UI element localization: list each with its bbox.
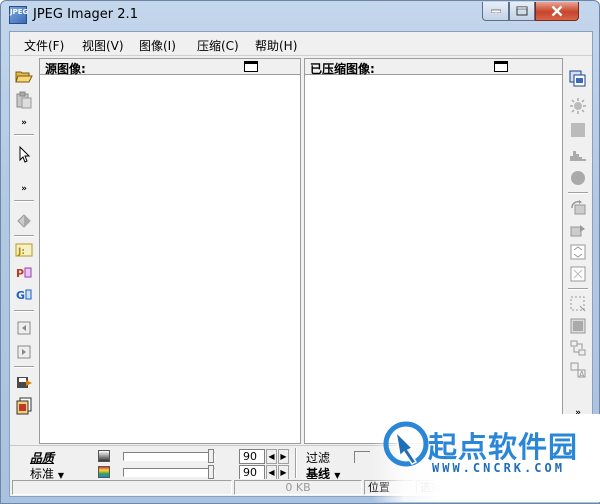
gif-icon[interactable]: G xyxy=(14,284,34,304)
brightness-icon[interactable] xyxy=(568,96,588,116)
controls-divider xyxy=(295,448,297,478)
menu-image[interactable]: 图像(I) xyxy=(139,37,176,54)
source-image-pane[interactable]: 源图像: xyxy=(39,58,301,444)
status-message xyxy=(12,480,232,495)
paste-icon[interactable] xyxy=(14,90,34,110)
svg-text:G: G xyxy=(16,289,25,302)
crop-icon[interactable] xyxy=(568,264,588,284)
toolbar-separator xyxy=(14,366,34,368)
svg-text:P: P xyxy=(16,267,24,280)
select-region-icon[interactable] xyxy=(568,294,588,314)
toolbar-separator xyxy=(568,288,588,290)
compressed-image-pane[interactable]: 已压缩图像: xyxy=(304,58,563,444)
chroma-icon xyxy=(98,466,110,478)
rotate-icon[interactable] xyxy=(568,198,588,218)
toolbar-separator xyxy=(14,134,34,136)
compressed-image-label: 已压缩图像: xyxy=(310,62,375,76)
watermark: 起点软件园 WWW.CNCRK.COM xyxy=(372,414,600,502)
more-chevron-icon[interactable]: » xyxy=(19,184,29,194)
quality-label: 品质 xyxy=(30,451,55,465)
luma-quality-slider[interactable] xyxy=(123,452,215,461)
batch-icon[interactable] xyxy=(14,396,34,416)
luma-quality-value[interactable]: 90 xyxy=(239,449,265,464)
nav-back-icon[interactable] xyxy=(14,318,34,338)
source-pane-header: 源图像: xyxy=(40,59,300,76)
window-view-icon[interactable] xyxy=(244,61,258,72)
filter-slider[interactable] xyxy=(354,451,370,463)
resize-icon[interactable] xyxy=(568,242,588,262)
maximize-button[interactable] xyxy=(509,2,535,21)
status-file-size: 0 KB xyxy=(234,480,362,495)
luminance-icon xyxy=(98,450,110,462)
compare-icon[interactable] xyxy=(568,338,588,358)
minimize-button[interactable] xyxy=(482,2,509,21)
app-icon-text: JPEG xyxy=(10,8,29,16)
chroma-decrease-button[interactable]: ◀ xyxy=(266,465,277,480)
luma-increase-button[interactable]: ▶ xyxy=(278,449,289,464)
menu-view[interactable]: 视图(V) xyxy=(82,37,124,54)
watermark-text: 起点软件园 xyxy=(428,430,579,464)
color-picker-icon[interactable] xyxy=(14,211,34,231)
toolbar-separator xyxy=(14,200,34,202)
toolbar-separator xyxy=(14,235,34,237)
circle-icon[interactable] xyxy=(568,168,588,188)
jpeg-icon[interactable]: J: xyxy=(14,240,34,260)
text-icon[interactable]: A xyxy=(568,360,588,380)
grid-icon[interactable] xyxy=(568,316,588,336)
chroma-quality-value[interactable]: 90 xyxy=(239,465,265,480)
chroma-quality-slider[interactable] xyxy=(123,468,215,477)
watermark-url: WWW.CNCRK.COM xyxy=(432,461,565,475)
menu-compress[interactable]: 压缩(C) xyxy=(197,37,239,54)
toolbar-separator xyxy=(568,192,588,194)
maximize-icon xyxy=(516,6,528,16)
minimize-icon xyxy=(490,9,501,13)
chroma-slider-thumb[interactable] xyxy=(208,465,214,479)
left-toolbar: » » J: P G xyxy=(11,58,37,444)
menu-file[interactable]: 文件(F) xyxy=(24,37,64,54)
right-toolbar: A » xyxy=(565,58,591,444)
luma-slider-thumb[interactable] xyxy=(208,449,214,463)
svg-text:J:: J: xyxy=(17,247,25,257)
open-folder-icon[interactable] xyxy=(14,66,34,86)
nav-forward-icon[interactable] xyxy=(14,342,34,362)
app-icon[interactable]: JPEG xyxy=(9,6,29,24)
close-button[interactable] xyxy=(535,2,579,21)
luma-decrease-button[interactable]: ◀ xyxy=(266,449,277,464)
png-icon[interactable]: P xyxy=(14,262,34,282)
window-view-icon[interactable] xyxy=(494,61,508,72)
source-image-label: 源图像: xyxy=(45,62,86,76)
rect-icon[interactable] xyxy=(568,120,588,140)
close-icon xyxy=(551,5,563,17)
flip-icon[interactable] xyxy=(568,220,588,240)
select-arrow-icon[interactable] xyxy=(14,144,34,164)
chroma-increase-button[interactable]: ▶ xyxy=(278,465,289,480)
svg-text:A: A xyxy=(579,370,585,379)
more-chevron-icon[interactable]: » xyxy=(19,118,29,128)
filter-label: 过滤 xyxy=(306,451,331,465)
title-bar[interactable]: JPEG JPEG Imager 2.1 xyxy=(1,1,599,29)
save-icon[interactable] xyxy=(14,372,34,392)
copy-window-icon[interactable] xyxy=(568,68,588,88)
menu-help[interactable]: 帮助(H) xyxy=(255,37,297,54)
watermark-logo-icon xyxy=(383,421,429,467)
histogram-icon[interactable] xyxy=(568,144,588,164)
menu-bar: 文件(F) 视图(V) 图像(I) 压缩(C) 帮助(H) xyxy=(10,32,592,56)
toolbar-separator xyxy=(14,310,34,312)
window-title: JPEG Imager 2.1 xyxy=(33,7,138,22)
compressed-pane-header: 已压缩图像: xyxy=(305,59,562,76)
